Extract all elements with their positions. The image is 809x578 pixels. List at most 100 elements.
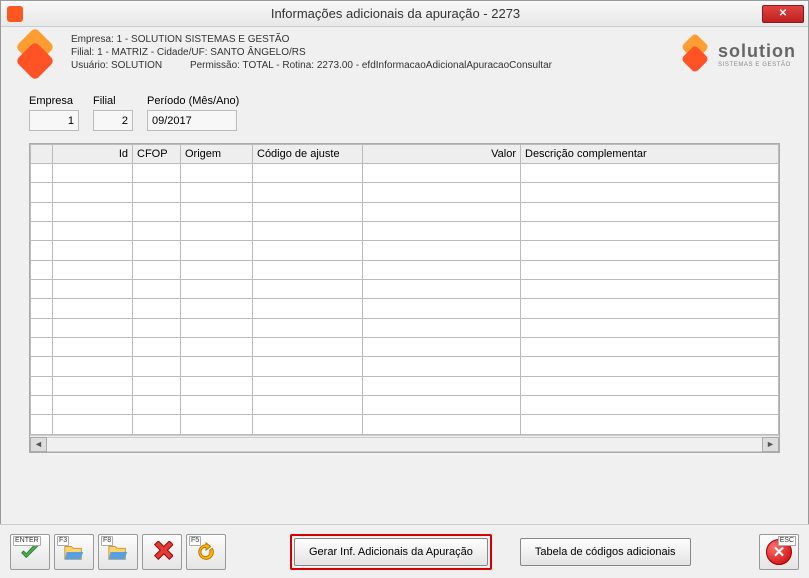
table-cell[interactable] <box>31 222 53 241</box>
close-button[interactable]: ✕ <box>762 5 804 23</box>
scroll-track[interactable] <box>47 437 762 452</box>
table-cell[interactable] <box>363 222 521 241</box>
horizontal-scrollbar[interactable]: ◄ ► <box>30 435 779 452</box>
table-cell[interactable] <box>181 396 253 415</box>
table-cell[interactable] <box>31 376 53 395</box>
table-cell[interactable] <box>133 396 181 415</box>
table-cell[interactable] <box>181 183 253 202</box>
table-cell[interactable] <box>521 260 779 279</box>
table-cell[interactable] <box>253 260 363 279</box>
table-cell[interactable] <box>181 202 253 221</box>
table-row[interactable] <box>31 396 779 415</box>
table-cell[interactable] <box>181 299 253 318</box>
refresh-button[interactable]: F5 <box>186 534 226 570</box>
table-cell[interactable] <box>133 222 181 241</box>
table-cell[interactable] <box>363 318 521 337</box>
table-cell[interactable] <box>181 338 253 357</box>
table-row[interactable] <box>31 222 779 241</box>
table-cell[interactable] <box>181 376 253 395</box>
table-row[interactable] <box>31 415 779 435</box>
table-cell[interactable] <box>521 357 779 376</box>
table-cell[interactable] <box>133 241 181 260</box>
table-cell[interactable] <box>53 338 133 357</box>
tabela-codigos-button[interactable]: Tabela de códigos adicionais <box>520 538 691 566</box>
table-cell[interactable] <box>53 396 133 415</box>
table-cell[interactable] <box>363 280 521 299</box>
table-cell[interactable] <box>363 164 521 183</box>
table-cell[interactable] <box>253 376 363 395</box>
table-cell[interactable] <box>133 318 181 337</box>
table-cell[interactable] <box>253 202 363 221</box>
table-cell[interactable] <box>53 318 133 337</box>
table-cell[interactable] <box>363 183 521 202</box>
table-cell[interactable] <box>253 357 363 376</box>
table-cell[interactable] <box>363 241 521 260</box>
table-cell[interactable] <box>31 241 53 260</box>
table-cell[interactable] <box>181 415 253 435</box>
table-cell[interactable] <box>521 396 779 415</box>
table-cell[interactable] <box>31 260 53 279</box>
table-cell[interactable] <box>253 318 363 337</box>
gerar-inf-adicionais-button[interactable]: Gerar Inf. Adicionais da Apuração <box>294 538 488 566</box>
table-cell[interactable] <box>253 280 363 299</box>
table-cell[interactable] <box>253 222 363 241</box>
table-cell[interactable] <box>253 299 363 318</box>
delete-button[interactable] <box>142 534 182 570</box>
table-cell[interactable] <box>253 241 363 260</box>
table-cell[interactable] <box>53 222 133 241</box>
table-row[interactable] <box>31 280 779 299</box>
table-cell[interactable] <box>53 202 133 221</box>
table-cell[interactable] <box>363 202 521 221</box>
table-cell[interactable] <box>181 241 253 260</box>
column-origem[interactable]: Origem <box>181 145 253 164</box>
table-cell[interactable] <box>521 338 779 357</box>
table-cell[interactable] <box>53 260 133 279</box>
table-cell[interactable] <box>53 299 133 318</box>
table-cell[interactable] <box>253 338 363 357</box>
table-row[interactable] <box>31 183 779 202</box>
table-cell[interactable] <box>53 357 133 376</box>
table-cell[interactable] <box>521 299 779 318</box>
table-cell[interactable] <box>31 338 53 357</box>
table-cell[interactable] <box>31 280 53 299</box>
table-row[interactable] <box>31 318 779 337</box>
table-cell[interactable] <box>31 183 53 202</box>
table-cell[interactable] <box>521 202 779 221</box>
column-selector[interactable] <box>31 145 53 164</box>
table-cell[interactable] <box>133 338 181 357</box>
table-cell[interactable] <box>133 260 181 279</box>
table-cell[interactable] <box>181 164 253 183</box>
table-cell[interactable] <box>133 202 181 221</box>
table-cell[interactable] <box>53 280 133 299</box>
column-codigo-ajuste[interactable]: Código de ajuste <box>253 145 363 164</box>
column-valor[interactable]: Valor <box>363 145 521 164</box>
table-cell[interactable] <box>31 415 53 435</box>
table-cell[interactable] <box>253 415 363 435</box>
filial-input[interactable] <box>93 110 133 131</box>
open-button[interactable]: F3 <box>54 534 94 570</box>
table-cell[interactable] <box>363 396 521 415</box>
table-cell[interactable] <box>31 357 53 376</box>
table-row[interactable] <box>31 164 779 183</box>
table-cell[interactable] <box>53 183 133 202</box>
table-row[interactable] <box>31 241 779 260</box>
table-cell[interactable] <box>253 183 363 202</box>
table-row[interactable] <box>31 357 779 376</box>
table-cell[interactable] <box>363 260 521 279</box>
column-descricao[interactable]: Descrição complementar <box>521 145 779 164</box>
scroll-left-arrow[interactable]: ◄ <box>30 437 47 452</box>
column-id[interactable]: Id <box>53 145 133 164</box>
table-cell[interactable] <box>31 396 53 415</box>
table-cell[interactable] <box>133 357 181 376</box>
table-row[interactable] <box>31 376 779 395</box>
table-cell[interactable] <box>133 280 181 299</box>
table-cell[interactable] <box>181 222 253 241</box>
save-button[interactable]: F8 <box>98 534 138 570</box>
table-cell[interactable] <box>363 338 521 357</box>
table-cell[interactable] <box>363 376 521 395</box>
table-cell[interactable] <box>31 164 53 183</box>
table-cell[interactable] <box>133 183 181 202</box>
column-cfop[interactable]: CFOP <box>133 145 181 164</box>
table-cell[interactable] <box>521 183 779 202</box>
table-row[interactable] <box>31 299 779 318</box>
